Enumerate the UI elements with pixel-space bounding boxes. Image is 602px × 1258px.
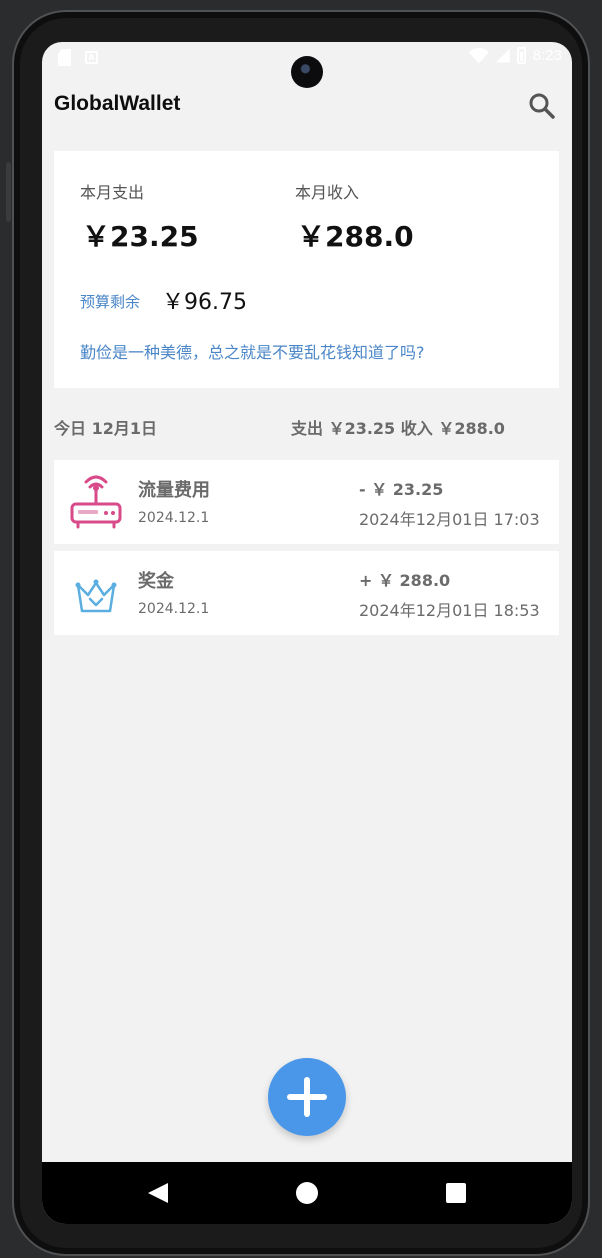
text-a-icon: A — [85, 51, 98, 64]
record-amount: + ￥ 288.0 — [359, 571, 451, 590]
sim-card-icon — [58, 49, 71, 66]
day-header: 今日 12月1日 支出 ￥23.25 收入 ￥288.0 — [54, 415, 559, 439]
record-name: 奖金 — [138, 571, 174, 592]
navigation-bar — [42, 1162, 572, 1224]
day-label: 今日 12月1日 — [54, 419, 157, 438]
record-time: 2024年12月01日 18:53 — [359, 601, 540, 620]
record-amount: - ￥ 23.25 — [359, 480, 444, 499]
record-date: 2024.12.1 — [138, 601, 210, 617]
crown-icon — [75, 579, 117, 613]
status-time: 8:23 — [532, 47, 562, 64]
record-item[interactable]: 流量费用 2024.12.1 - ￥ 23.25 2024年12月01日 17:… — [54, 460, 559, 544]
phone-screen: A 8:23 GlobalWallet 本月支出 ￥23.25 本月收入 ￥28… — [42, 42, 572, 1224]
day-totals: 支出 ￥23.25 收入 ￥288.0 — [291, 419, 505, 438]
record-item[interactable]: 奖金 2024.12.1 + ￥ 288.0 2024年12月01日 18:53 — [54, 551, 559, 635]
expense-value: ￥23.25 — [82, 220, 199, 253]
app-title: GlobalWallet — [54, 92, 181, 115]
recents-icon[interactable] — [446, 1183, 466, 1203]
router-icon — [70, 475, 122, 529]
battery-icon — [516, 47, 526, 64]
budget-value: ￥96.75 — [162, 290, 247, 315]
record-name: 流量费用 — [138, 480, 210, 501]
home-icon[interactable] — [296, 1182, 318, 1204]
volume-button — [6, 162, 11, 222]
front-camera — [291, 56, 323, 88]
income-label: 本月收入 — [295, 183, 360, 202]
record-time: 2024年12月01日 17:03 — [359, 510, 540, 529]
record-date: 2024.12.1 — [138, 510, 210, 526]
add-record-button[interactable] — [268, 1058, 346, 1136]
expense-label: 本月支出 — [80, 183, 145, 202]
search-icon[interactable] — [528, 92, 556, 120]
status-bar: A 8:23 — [42, 42, 572, 88]
income-value: ￥288.0 — [297, 220, 414, 253]
monthly-summary-card: 本月支出 ￥23.25 本月收入 ￥288.0 预算剩余 ￥96.75 勤俭是一… — [54, 151, 559, 388]
budget-label[interactable]: 预算剩余 — [80, 291, 140, 312]
cellular-icon — [495, 48, 510, 63]
back-icon[interactable] — [148, 1183, 168, 1203]
app-bar: GlobalWallet — [42, 86, 572, 126]
wifi-icon — [468, 47, 489, 64]
motto-text: 勤俭是一种美德，总之就是不要乱花钱知道了吗? — [80, 343, 425, 362]
